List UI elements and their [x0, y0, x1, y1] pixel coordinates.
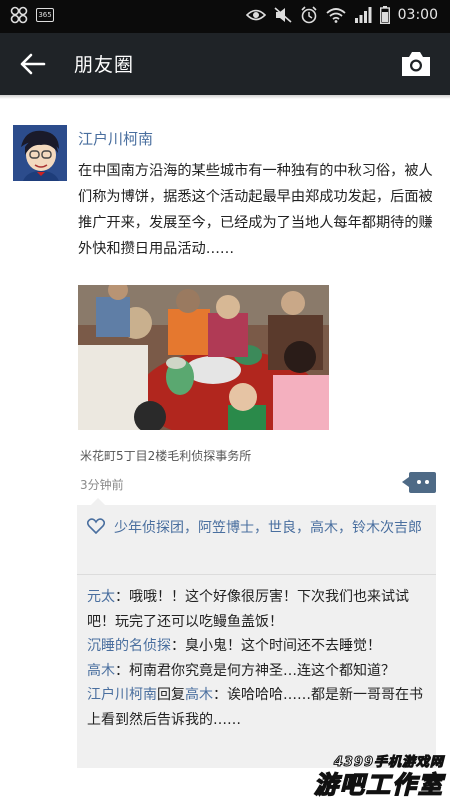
mute-icon [274, 7, 292, 23]
divider [77, 574, 436, 575]
page-title: 朋友圈 [74, 54, 135, 76]
comment-more-button[interactable] [402, 472, 436, 493]
comment-separator: ： [213, 687, 227, 703]
reply-target-name[interactable]: 高木 [185, 687, 213, 703]
back-arrow-icon[interactable] [18, 49, 48, 79]
watermark-logo: 4399手机游戏网 游吧工作室 [279, 751, 444, 800]
comment-item[interactable]: 沉睡的名侦探：臭小鬼！这个时间还不去睡觉！ [87, 634, 432, 659]
comment-text: 柯南君你究竟是何方神圣…连这个都知道？ [129, 662, 395, 679]
watermark-bottom: 游吧工作室 [313, 770, 444, 800]
comment-text: 哦哦！！这个好像很厉害！下次我们也来试试吧！玩完了还可以吃鳗鱼盖饭！ [87, 589, 409, 630]
clock-time: 03:00 [397, 7, 438, 23]
battery-icon [379, 6, 390, 24]
title-shadow [0, 95, 450, 99]
dot-icon [425, 480, 429, 484]
comment-list: 元太：哦哦！！这个好像很厉害！下次我们也来试试吧！玩完了还可以吃鳗鱼盖饭！ 沉睡… [87, 585, 432, 732]
commenter-name[interactable]: 沉睡的名侦探 [87, 638, 171, 654]
comment-item[interactable]: 元太：哦哦！！这个好像很厉害！下次我们也来试试吧！玩完了还可以吃鳗鱼盖饭！ [87, 585, 432, 634]
dot-icon [417, 480, 421, 484]
comment-item[interactable]: 高木：柯南君你究竟是何方神圣…连这个都知道？ [87, 659, 432, 684]
comment-separator: ： [115, 662, 129, 679]
post-photo[interactable] [78, 285, 329, 430]
commenter-name[interactable]: 高木 [87, 663, 115, 679]
signal-icon [354, 7, 372, 23]
alarm-icon [301, 6, 317, 24]
post-author[interactable]: 江户川柯南 [78, 128, 153, 149]
comment-separator: ： [115, 589, 129, 605]
comment-text: 臭小鬼！这个时间还不去睡觉！ [185, 638, 381, 654]
camera-icon[interactable] [400, 49, 432, 79]
avatar[interactable] [13, 125, 67, 181]
reply-word: 回复 [157, 687, 185, 703]
status-bar: 365 03:00 [0, 0, 450, 33]
wifi-icon [326, 8, 346, 23]
liked-names[interactable]: 少年侦探团，阿笠博士，世良，高木，铃木次吉郎 [114, 515, 432, 541]
likes-comments-panel: 少年侦探团，阿笠博士，世良，高木，铃木次吉郎 元太：哦哦！！这个好像很厉害！下次… [77, 498, 436, 768]
comment-item[interactable]: 江户川柯南回复高木：诶哈哈哈……都是新一哥哥在书上看到然后告诉我的…… [87, 683, 432, 732]
likes-row: 少年侦探团，阿笠博士，世良，高木，铃木次吉郎 [87, 515, 432, 541]
post-location[interactable]: 米花町5丁目2楼毛利侦探事务所 [80, 447, 251, 464]
commenter-name[interactable]: 元太 [87, 589, 115, 605]
post-time: 3分钟前 [80, 478, 124, 492]
app-notification-icon [10, 6, 28, 24]
commenter-name[interactable]: 江户川柯南 [87, 687, 157, 703]
comment-separator: ： [171, 638, 185, 654]
eye-icon [245, 9, 266, 21]
calendar-icon: 365 [36, 8, 54, 22]
title-bar: 朋友圈 [0, 33, 450, 95]
heart-icon [87, 518, 105, 534]
post-text: 在中国南方沿海的某些城市有一种独有的中秋习俗，被人们称为博饼，据悉这个活动起最早… [78, 163, 433, 257]
